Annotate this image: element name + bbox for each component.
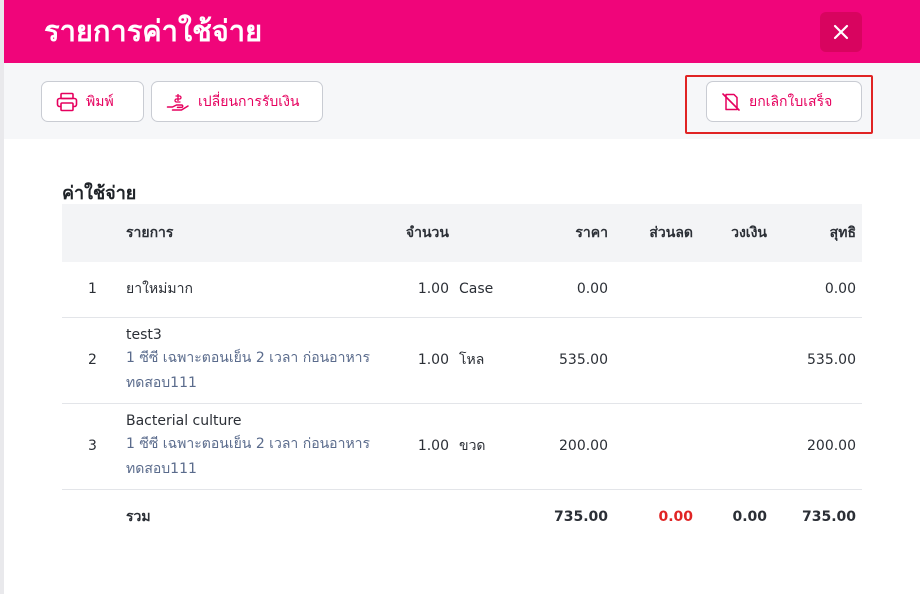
total-price: 735.00 [553, 509, 608, 526]
row-limit [693, 262, 767, 317]
total-label: รวม [126, 509, 151, 526]
table-row: 2 test3 1 ซีซี เฉพาะตอนเย็น 2 เวลา ก่อนอ… [62, 317, 862, 403]
header-limit: วงเงิน [731, 225, 767, 241]
cancel-receipt-label: ยกเลิกใบเสร็จ [749, 93, 833, 110]
row-discount [608, 262, 693, 317]
header-qty: จำนวน [405, 225, 449, 241]
row-price: 535.00 [559, 352, 608, 368]
total-row: รวม 735.00 0.00 0.00 735.00 [62, 489, 862, 545]
row-net: 0.00 [824, 281, 856, 298]
page-title: รายการค่าใช้จ่าย [44, 14, 263, 48]
item-name: ยาใหม่มาก [126, 281, 193, 298]
cancel-receipt-button[interactable]: ยกเลิกใบเสร็จ [706, 81, 862, 122]
expense-table: รายการ จำนวน ราคา ส่วนลด วงเงิน สุทธิ 1 … [62, 204, 862, 545]
printer-icon [56, 92, 78, 111]
row-discount [608, 403, 693, 489]
change-payment-label: เปลี่ยนการรับเงิน [198, 93, 300, 110]
item-name: Bacterial culture [126, 413, 242, 429]
hand-coin-icon [166, 93, 189, 111]
header-net: สุทธิ [829, 225, 856, 241]
row-limit [693, 317, 767, 403]
total-net: 735.00 [801, 509, 856, 526]
total-spacer [62, 489, 126, 545]
total-unit [449, 489, 512, 545]
table-header-row: รายการ จำนวน ราคา ส่วนลด วงเงิน สุทธิ [62, 204, 862, 262]
row-limit [693, 403, 767, 489]
row-unit: ขวด [459, 438, 486, 454]
print-label: พิมพ์ [86, 93, 114, 110]
print-button[interactable]: พิมพ์ [41, 81, 144, 122]
row-net: 200.00 [807, 438, 856, 454]
close-button[interactable] [820, 12, 862, 52]
row-qty: 1.00 [417, 352, 449, 368]
item-note: ทดสอบ111 [126, 375, 197, 391]
change-payment-button[interactable]: เปลี่ยนการรับเงิน [151, 81, 323, 122]
item-instruction: 1 ซีซี เฉพาะตอนเย็น 2 เวลา ก่อนอาหาร [126, 436, 371, 452]
modal-header: รายการค่าใช้จ่าย [4, 0, 920, 63]
header-price: ราคา [575, 225, 608, 241]
receipt-off-icon [722, 92, 740, 111]
toolbar: พิมพ์ เปลี่ยนการรับเงิน ยกเลิกใบเสร็จ [4, 63, 920, 139]
expense-modal: รายการค่าใช้จ่าย พิมพ์ เปลี่ยนการรับเงิน [4, 0, 920, 594]
row-discount [608, 317, 693, 403]
row-number: 3 [88, 438, 97, 454]
row-unit: Case [459, 281, 494, 298]
item-name: test3 [126, 327, 162, 343]
row-qty: 1.00 [417, 438, 449, 454]
header-item: รายการ [126, 225, 174, 241]
row-price: 0.00 [576, 281, 608, 298]
row-item: test3 1 ซีซี เฉพาะตอนเย็น 2 เวลา ก่อนอาห… [126, 317, 404, 403]
table-row: 1 ยาใหม่มาก 1.00 Case 0.00 0.00 [62, 262, 862, 317]
row-item: Bacterial culture 1 ซีซี เฉพาะตอนเย็น 2 … [126, 403, 404, 489]
total-limit: 0.00 [732, 509, 767, 526]
row-qty: 1.00 [417, 281, 449, 298]
row-item: ยาใหม่มาก [126, 262, 404, 317]
table-row: 3 Bacterial culture 1 ซีซี เฉพาะตอนเย็น … [62, 403, 862, 489]
close-icon [833, 24, 849, 40]
row-unit: โหล [459, 352, 485, 368]
section-title: ค่าใช้จ่าย [62, 183, 137, 204]
header-discount: ส่วนลด [649, 225, 693, 241]
row-price: 200.00 [559, 438, 608, 454]
row-number: 2 [88, 352, 97, 368]
row-number: 1 [88, 281, 97, 298]
total-qty [404, 489, 449, 545]
item-note: ทดสอบ111 [126, 461, 197, 477]
header-unit [449, 204, 512, 262]
total-discount: 0.00 [658, 509, 693, 526]
header-no [62, 204, 126, 262]
item-instruction: 1 ซีซี เฉพาะตอนเย็น 2 เวลา ก่อนอาหาร [126, 350, 371, 366]
row-net: 535.00 [807, 352, 856, 368]
